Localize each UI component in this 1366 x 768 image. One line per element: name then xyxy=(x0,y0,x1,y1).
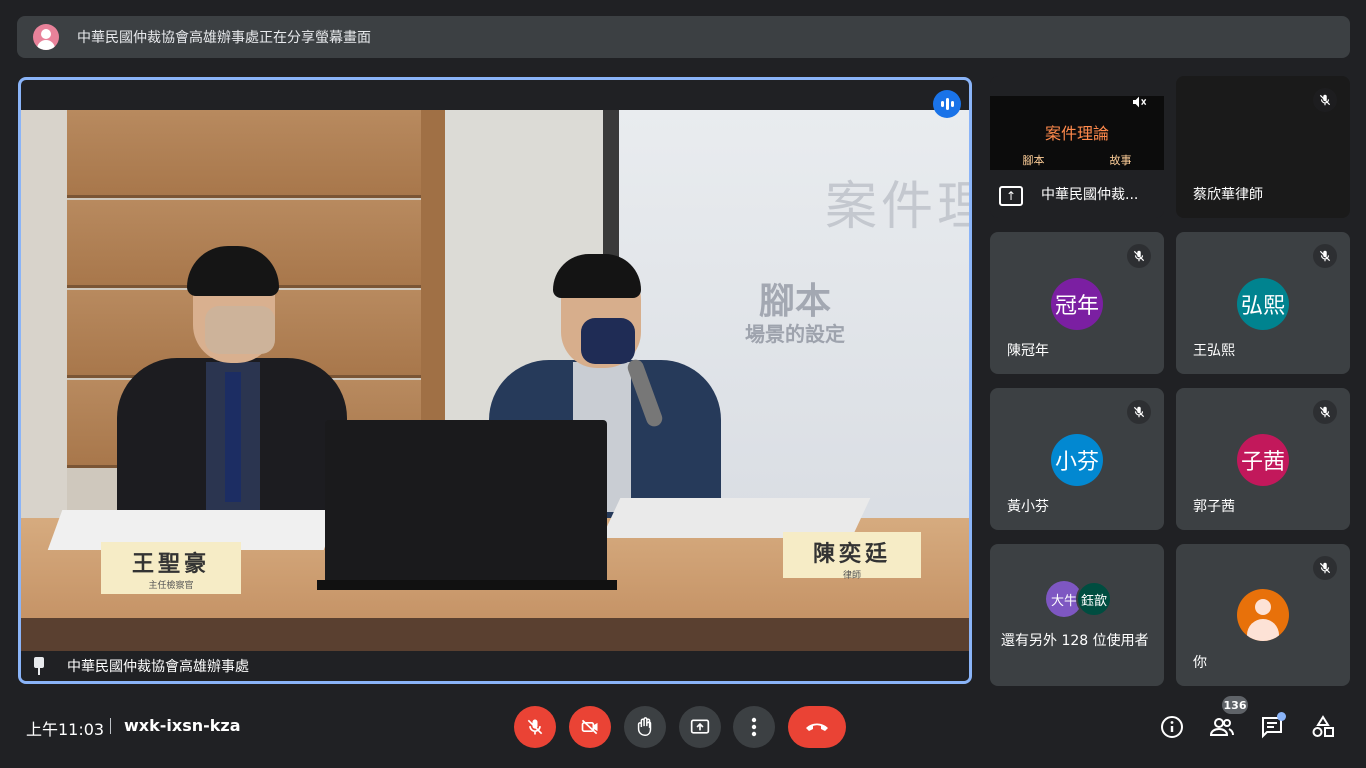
more-options-icon xyxy=(751,717,757,737)
mic-off-icon xyxy=(1127,244,1151,268)
mic-off-icon xyxy=(1313,400,1337,424)
tile-huang[interactable]: 小芬 黃小芬 xyxy=(990,388,1164,530)
avatar: 冠年 xyxy=(1051,278,1103,330)
mic-off-icon xyxy=(1313,88,1337,112)
mic-off-icon xyxy=(1313,244,1337,268)
meeting-info-button[interactable] xyxy=(1159,714,1185,740)
volume-off-icon xyxy=(1127,90,1151,114)
participants-count-badge: 136 xyxy=(1222,696,1248,714)
tile-label: 王弘熙 xyxy=(1193,343,1235,359)
avatar: 鈺歆 xyxy=(1076,581,1112,617)
activities-button[interactable] xyxy=(1310,714,1336,740)
divider xyxy=(110,718,111,734)
main-presenter-tile[interactable]: 案件理 腳本 場景的設定 王聖豪 主任檢察官 陳奕廷 律師 中華民國仲裁協會高雄… xyxy=(18,77,972,684)
participants-button[interactable] xyxy=(1209,714,1235,740)
leave-call-button[interactable] xyxy=(788,706,846,748)
tile-more-participants[interactable]: 大牛 鈺歆 還有另外 128 位使用者 xyxy=(990,544,1164,686)
tile-presentation[interactable]: 案件理論 腳本 故事 ↑ 中華民國仲裁... xyxy=(990,76,1164,218)
avatar: 子茜 xyxy=(1237,434,1289,486)
screen-share-banner: 中華民國仲裁協會高雄辦事處正在分享螢幕畫面 xyxy=(17,16,1350,58)
raise-hand-icon xyxy=(637,717,652,736)
tile-label: 陳冠年 xyxy=(1007,343,1049,359)
camera-off-icon xyxy=(581,719,598,735)
mic-off-icon xyxy=(1313,556,1337,580)
laptop xyxy=(325,420,607,585)
meeting-code: wxk-ixsn-kza xyxy=(124,716,241,735)
presenter-name: 中華民國仲裁協會高雄辦事處 xyxy=(67,659,249,675)
tile-guo[interactable]: 子茜 郭子茜 xyxy=(1176,388,1350,530)
info-icon xyxy=(1161,716,1183,738)
projection-title: 案件理 xyxy=(825,177,969,237)
tile-wang[interactable]: 弘熙 王弘熙 xyxy=(1176,232,1350,374)
tile-label: 中華民國仲裁... xyxy=(1041,187,1139,203)
present-to-all-icon: ↑ xyxy=(999,186,1023,206)
more-avatars: 大牛 鈺歆 xyxy=(1046,581,1116,617)
mic-toggle-button[interactable] xyxy=(514,706,556,748)
tile-you[interactable]: 你 xyxy=(1176,544,1350,686)
chat-unread-dot xyxy=(1277,712,1286,721)
tile-chen[interactable]: 冠年 陳冠年 xyxy=(990,232,1164,374)
activities-icon xyxy=(1312,715,1334,737)
hang-up-icon xyxy=(806,723,828,731)
more-participants-text: 還有另外 128 位使用者 xyxy=(1001,633,1149,649)
present-icon xyxy=(690,719,710,734)
tile-label: 黃小芬 xyxy=(1007,499,1049,515)
present-now-button[interactable] xyxy=(679,706,721,748)
projection-subtitle-2: 場景的設定 xyxy=(745,322,845,346)
people-icon xyxy=(1209,718,1234,736)
camera-toggle-button[interactable] xyxy=(569,706,611,748)
projection-subtitle: 腳本 xyxy=(759,281,832,322)
more-options-button[interactable] xyxy=(733,706,775,748)
raise-hand-button[interactable] xyxy=(624,706,666,748)
avatar: 小芬 xyxy=(1051,434,1103,486)
presenter-video: 案件理 腳本 場景的設定 王聖豪 主任檢察官 陳奕廷 律師 xyxy=(21,110,969,651)
tile-label: 郭子茜 xyxy=(1193,499,1235,515)
avatar: 弘熙 xyxy=(1237,278,1289,330)
clock: 上午11:03 xyxy=(26,720,105,739)
banner-text: 中華民國仲裁協會高雄辦事處正在分享螢幕畫面 xyxy=(77,30,371,46)
tile-label: 蔡欣華律師 xyxy=(1193,187,1263,203)
pin-icon[interactable] xyxy=(31,657,47,675)
mic-off-icon xyxy=(1127,400,1151,424)
presenter-avatar-icon xyxy=(33,24,59,50)
mic-off-icon xyxy=(527,719,543,735)
tile-cai[interactable]: 蔡欣華律師 xyxy=(1176,76,1350,218)
tile-label: 你 xyxy=(1193,655,1207,671)
speaking-indicator-icon xyxy=(933,90,961,118)
nameplate-right: 陳奕廷 律師 xyxy=(783,532,921,581)
avatar xyxy=(1237,589,1289,641)
nameplate-left: 王聖豪 主任檢察官 xyxy=(101,542,241,594)
main-tile-footer: 中華民國仲裁協會高雄辦事處 xyxy=(21,651,969,681)
